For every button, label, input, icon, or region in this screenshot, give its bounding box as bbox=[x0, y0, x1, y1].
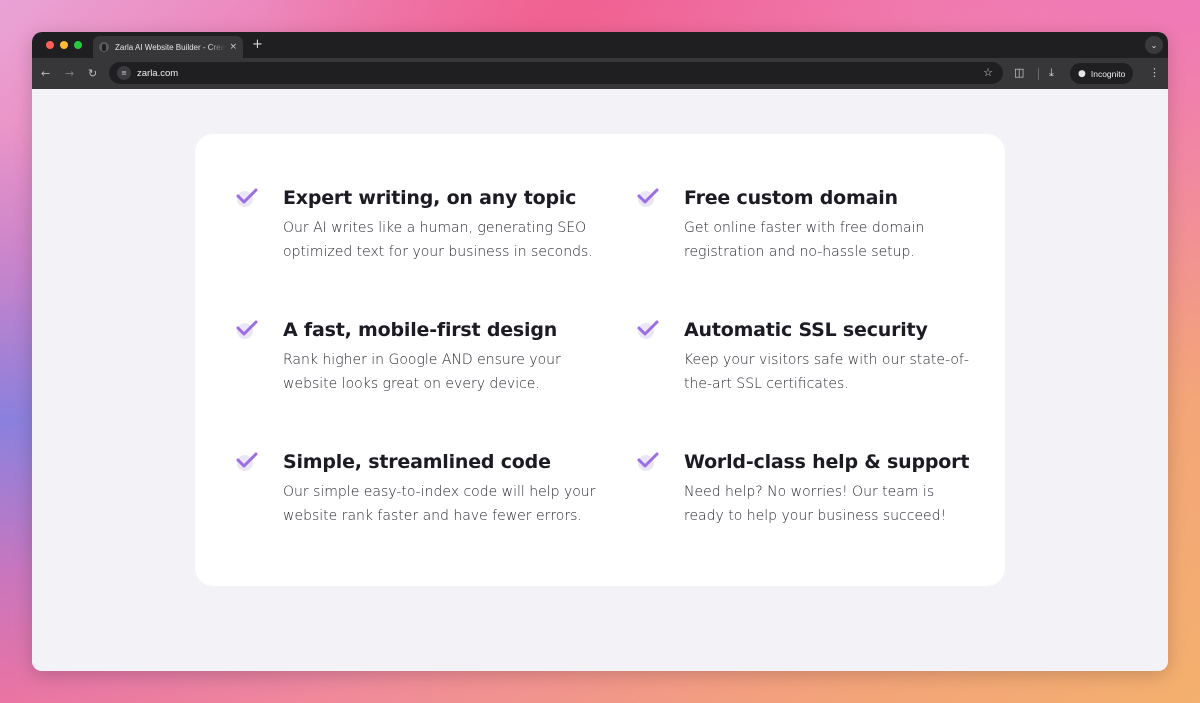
url-text[interactable]: zarla.com bbox=[137, 68, 178, 79]
feature-description-line: ready to help your business succeed! bbox=[684, 508, 947, 524]
feature-description-line: website looks great on every device. bbox=[283, 376, 540, 392]
window-controls bbox=[46, 41, 82, 49]
tab-close-icon[interactable]: × bbox=[229, 42, 237, 52]
feature-description-line: Keep your visitors safe with our state-o… bbox=[684, 352, 969, 368]
feature-description: Get online faster with free domain regis… bbox=[684, 216, 1002, 264]
feature-description: Our simple easy-to-index code will help … bbox=[283, 480, 601, 528]
feature-description-line: the-art SSL certificates. bbox=[684, 376, 849, 392]
incognito-badge[interactable]: ● Incognito bbox=[1070, 63, 1134, 84]
incognito-label: Incognito bbox=[1090, 68, 1126, 79]
feature-title: Automatic SSL security bbox=[684, 319, 928, 341]
chevron-down-icon: ⌄ bbox=[1150, 40, 1158, 50]
feature-description-line: Our AI writes like a human, generating S… bbox=[283, 220, 587, 236]
feature-title: Free custom domain bbox=[684, 187, 898, 209]
features-card: Expert writing, on any topic Our AI writ… bbox=[195, 134, 1005, 586]
feature-description: Our AI writes like a human, generating S… bbox=[283, 216, 601, 264]
tab-bar: Zarla AI Website Builder - Create a Webs… bbox=[32, 32, 1168, 58]
browser-window: Zarla AI Website Builder - Create a Webs… bbox=[32, 32, 1168, 671]
extensions-icon[interactable]: ◫ bbox=[1014, 66, 1024, 79]
download-icon[interactable]: ⤓ bbox=[1049, 66, 1054, 80]
feature-description-line: optimized text for your business in seco… bbox=[283, 244, 593, 260]
feature-description-line: Need help? No worries! Our team is bbox=[684, 484, 935, 500]
favicon-icon bbox=[99, 42, 109, 52]
toolbar-divider bbox=[1038, 68, 1039, 80]
site-info-icon[interactable]: ≡ bbox=[117, 66, 131, 80]
incognito-icon: ● bbox=[1078, 68, 1086, 79]
feature-description: Keep your visitors safe with our state-o… bbox=[684, 348, 1002, 396]
browser-tab[interactable]: Zarla AI Website Builder - Create a Webs… bbox=[93, 36, 243, 58]
feature-title: Expert writing, on any topic bbox=[283, 187, 577, 209]
back-arrow-icon[interactable]: ← bbox=[41, 67, 50, 80]
feature-description-line: Rank higher in Google AND ensure your bbox=[283, 352, 561, 368]
new-tab-button[interactable]: + bbox=[252, 37, 263, 52]
feature-description-line: Our simple easy-to-index code will help … bbox=[283, 484, 596, 500]
feature-description: Need help? No worries! Our team is ready… bbox=[684, 480, 1002, 528]
bookmark-star-icon[interactable]: ☆ bbox=[983, 66, 993, 79]
feature-title: Simple, streamlined code bbox=[283, 451, 551, 473]
feature-description: Rank higher in Google AND ensure your we… bbox=[283, 348, 601, 396]
menu-kebab-icon[interactable]: ⋮ bbox=[1149, 66, 1160, 79]
browser-toolbar: ← → ↻ ≡ zarla.com ☆ ◫ ⤓ ● Incognito ⋮ bbox=[32, 58, 1168, 89]
maximize-window-button[interactable] bbox=[74, 41, 82, 49]
tab-title: Zarla AI Website Builder - Create a Webs… bbox=[115, 42, 226, 52]
feature-description-line: Get online faster with free domain bbox=[684, 220, 925, 236]
checkmark-icon bbox=[236, 188, 258, 207]
checkmark-icon bbox=[637, 188, 659, 207]
feature-description-line: registration and no-hassle setup. bbox=[684, 244, 915, 260]
forward-arrow-icon[interactable]: → bbox=[65, 67, 74, 80]
page-viewport: Expert writing, on any topic Our AI writ… bbox=[32, 89, 1168, 671]
checkmark-icon bbox=[236, 320, 258, 339]
feature-title: World-class help & support bbox=[684, 451, 970, 473]
checkmark-icon bbox=[637, 452, 659, 471]
checkmark-icon bbox=[236, 452, 258, 471]
minimize-window-button[interactable] bbox=[60, 41, 68, 49]
checkmark-icon bbox=[637, 320, 659, 339]
reload-icon[interactable]: ↻ bbox=[88, 67, 97, 80]
tab-search-button[interactable]: ⌄ bbox=[1145, 36, 1163, 54]
feature-title: A fast, mobile-first design bbox=[283, 319, 558, 341]
address-bar[interactable]: ≡ zarla.com ☆ bbox=[109, 62, 1003, 84]
close-window-button[interactable] bbox=[46, 41, 54, 49]
feature-description-line: website rank faster and have fewer error… bbox=[283, 508, 582, 524]
